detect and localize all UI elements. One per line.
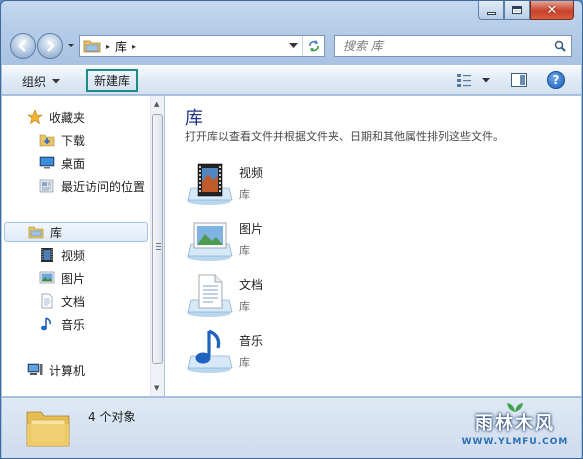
video-library-icon bbox=[187, 163, 233, 205]
library-item-type: 库 bbox=[239, 356, 250, 369]
refresh-icon bbox=[308, 40, 319, 52]
search-box[interactable] bbox=[334, 35, 572, 57]
star-icon bbox=[27, 109, 43, 125]
nav-item-label: 视频 bbox=[61, 248, 86, 263]
download-folder-icon bbox=[39, 134, 55, 147]
document-library-icon bbox=[187, 274, 233, 317]
address-history-dropdown[interactable] bbox=[284, 36, 302, 56]
library-item-text: 视频 库 bbox=[239, 164, 263, 202]
library-item-text: 图片 库 bbox=[239, 220, 263, 258]
page-description: 打开库以查看文件并根据文件夹、日期和其他属性排列这些文件。 bbox=[185, 130, 504, 143]
minimize-icon bbox=[486, 11, 496, 15]
navigation-pane: 收藏夹 下载 桌面 最近访问的位置 库 视频 图片 文档 音乐 计算机 ▲ ▼ bbox=[2, 96, 164, 396]
file-list-pane: 库 打开库以查看文件并根据文件夹、日期和其他属性排列这些文件。 视频 库 图片 … bbox=[165, 96, 581, 396]
music-library-icon bbox=[41, 317, 51, 331]
library-item-name: 视频 bbox=[239, 166, 264, 180]
nav-item-label: 图片 bbox=[61, 271, 86, 286]
organize-label: 组织 bbox=[22, 75, 47, 89]
watermark-brand: 雨林木风 bbox=[475, 413, 555, 434]
video-library-icon bbox=[41, 248, 53, 262]
chevron-down-icon bbox=[52, 79, 61, 84]
arrow-left-icon bbox=[18, 40, 26, 52]
library-item-name: 音乐 bbox=[239, 334, 264, 348]
breadcrumb-separator[interactable]: ▸ bbox=[132, 42, 136, 51]
scroll-up-arrow-icon[interactable]: ▲ bbox=[154, 100, 159, 108]
nav-computer-label: 计算机 bbox=[49, 363, 86, 378]
chevron-down-icon bbox=[289, 43, 298, 48]
library-item-music[interactable]: 音乐 库 bbox=[185, 326, 405, 376]
library-folder-icon bbox=[26, 411, 70, 447]
nav-item-label: 下载 bbox=[61, 133, 86, 148]
search-icon[interactable] bbox=[549, 40, 571, 52]
nav-libraries[interactable]: 库 bbox=[4, 222, 148, 242]
help-icon: ? bbox=[552, 73, 560, 87]
library-folder-icon bbox=[28, 226, 44, 239]
forward-button[interactable] bbox=[37, 33, 63, 59]
watermark-logo: 雨林木风 WWW.YLMFU.COM bbox=[449, 397, 581, 455]
nav-favorites-label: 收藏夹 bbox=[49, 110, 86, 125]
nav-item-label: 音乐 bbox=[61, 317, 86, 332]
page-title: 库 bbox=[185, 108, 203, 129]
maximize-icon bbox=[512, 6, 522, 14]
nav-pane-scrollbar[interactable]: ▲ ▼ bbox=[150, 96, 164, 396]
music-library-icon bbox=[187, 329, 233, 373]
nav-libraries-label: 库 bbox=[50, 225, 63, 240]
library-item-text: 音乐 库 bbox=[239, 332, 263, 370]
picture-library-icon bbox=[39, 271, 55, 284]
library-item-type: 库 bbox=[239, 300, 250, 313]
library-item-type: 库 bbox=[239, 244, 250, 257]
item-count: 4 个对象 bbox=[88, 410, 136, 424]
library-item-videos[interactable]: 视频 库 bbox=[185, 158, 405, 208]
arrow-right-icon bbox=[47, 40, 55, 52]
library-item-documents[interactable]: 文档 库 bbox=[185, 270, 405, 320]
search-input[interactable] bbox=[335, 36, 549, 56]
document-library-icon bbox=[41, 293, 53, 309]
chevron-down-icon bbox=[482, 77, 490, 82]
caption-buttons: ✕ bbox=[478, 1, 574, 20]
scroll-down-arrow-icon[interactable]: ▼ bbox=[154, 384, 159, 392]
recent-places-icon bbox=[39, 179, 54, 193]
help-button[interactable]: ? bbox=[547, 71, 565, 89]
nav-item-label: 最近访问的位置 bbox=[61, 179, 146, 194]
command-bar: 组织 新建库 ? bbox=[2, 65, 581, 95]
grip-icon bbox=[156, 243, 161, 250]
address-bar[interactable]: ▸ 库 ▸ bbox=[79, 35, 325, 57]
nav-item-label: 桌面 bbox=[61, 156, 86, 171]
library-item-pictures[interactable]: 图片 库 bbox=[185, 214, 405, 264]
close-icon: ✕ bbox=[546, 2, 558, 18]
scrollbar-thumb[interactable] bbox=[152, 114, 163, 364]
organize-menu-button[interactable]: 组织 bbox=[22, 73, 61, 90]
desktop-icon bbox=[39, 156, 55, 169]
library-item-name: 文档 bbox=[239, 278, 264, 292]
explorer-window: ✕ ▸ 库 ▸ 搜索 库 组织 新建库 ? 收藏夹 下载 桌面 最近访问的位置 … bbox=[0, 0, 583, 459]
maximize-button[interactable] bbox=[504, 1, 530, 20]
picture-library-icon bbox=[187, 222, 233, 261]
recent-pages-dropdown[interactable] bbox=[66, 41, 76, 51]
library-item-text: 文档 库 bbox=[239, 276, 263, 314]
minimize-button[interactable] bbox=[478, 1, 504, 20]
refresh-button[interactable] bbox=[302, 36, 324, 56]
close-button[interactable]: ✕ bbox=[530, 1, 574, 20]
new-library-button[interactable]: 新建库 bbox=[86, 69, 139, 92]
back-button[interactable] bbox=[10, 33, 36, 59]
library-item-name: 图片 bbox=[239, 222, 264, 236]
breadcrumb-libraries[interactable]: 库 bbox=[115, 38, 127, 55]
computer-icon bbox=[27, 363, 43, 375]
watermark-url: WWW.YLMFU.COM bbox=[461, 437, 569, 447]
nav-item-label: 文档 bbox=[61, 294, 86, 309]
preview-pane-button[interactable] bbox=[511, 73, 527, 87]
view-options-icon bbox=[457, 74, 471, 87]
breadcrumb-separator[interactable]: ▸ bbox=[106, 42, 110, 51]
new-library-label: 新建库 bbox=[94, 74, 131, 88]
library-folder-icon bbox=[83, 40, 101, 53]
library-item-type: 库 bbox=[239, 188, 250, 201]
change-view-button[interactable] bbox=[456, 73, 490, 87]
